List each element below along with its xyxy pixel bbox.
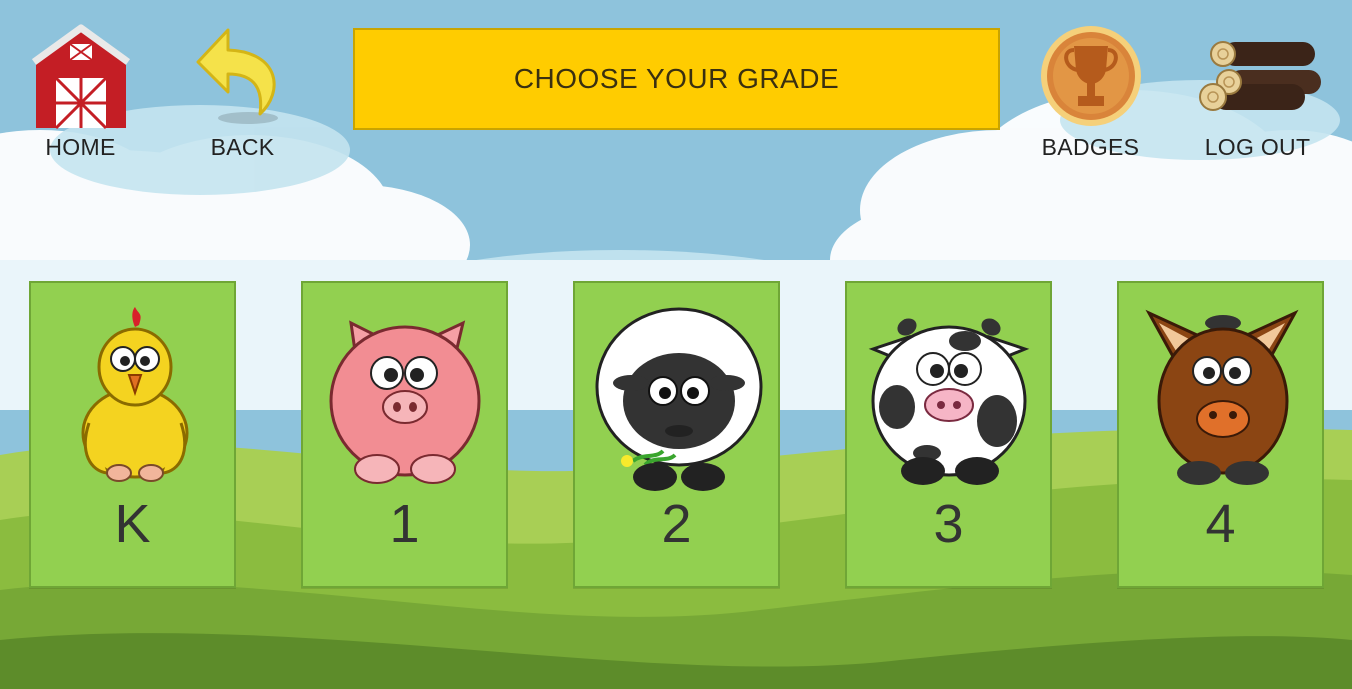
badges-button[interactable]: BADGES [1028,22,1153,161]
grade-card-1[interactable]: 1 [301,281,508,588]
grade-card-3[interactable]: 3 [845,281,1052,588]
badges-label: BADGES [1041,134,1140,160]
barn-icon [31,24,130,130]
home-label: HOME [45,134,116,160]
horse-icon [1145,309,1299,485]
home-button[interactable]: HOME [18,22,143,161]
logout-label: LOG OUT [1204,134,1311,160]
trophy-icon [1040,26,1141,126]
pig-icon [329,320,481,484]
logout-button[interactable]: LOG OUT [1190,22,1325,161]
grade-card-2[interactable]: 2 [573,281,780,588]
grade-label: 3 [933,494,964,554]
grade-label: 2 [661,494,692,554]
grade-card-4[interactable]: 4 [1117,281,1324,588]
chicken-icon [81,307,189,482]
back-arrow-icon [196,28,278,124]
logs-icon [1198,41,1321,111]
cow-icon [868,318,1030,485]
grade-label: K [114,494,151,554]
grade-label: 1 [389,494,420,554]
grade-label: 4 [1205,494,1236,554]
back-button[interactable]: BACK [180,22,305,161]
grade-card-k[interactable]: K [29,281,236,588]
sheep-icon [595,307,763,491]
back-label: BACK [210,134,275,160]
page-title: CHOOSE YOUR GRADE [353,28,1000,130]
